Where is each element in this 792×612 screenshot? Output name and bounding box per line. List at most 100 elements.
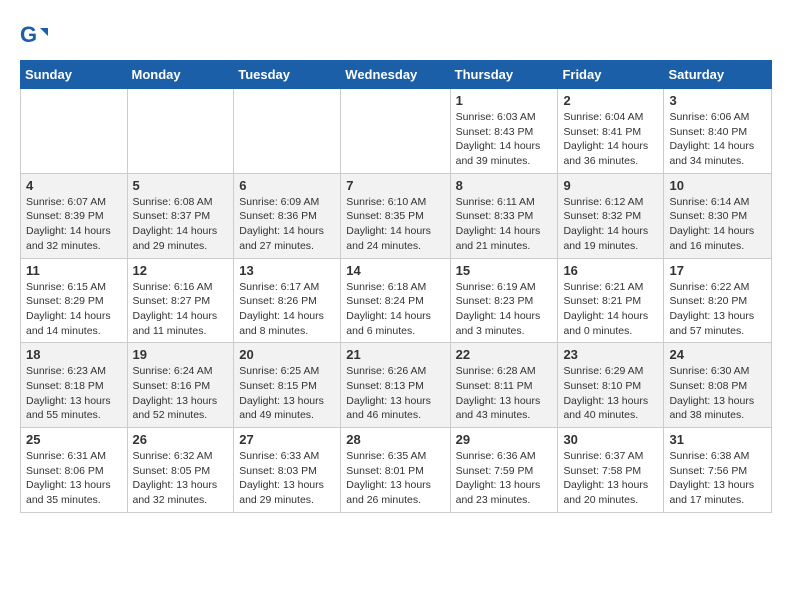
day-number: 12 bbox=[133, 263, 229, 278]
calendar-cell: 9 Sunrise: 6:12 AM Sunset: 8:32 PM Daylig… bbox=[558, 173, 664, 258]
day-number: 6 bbox=[239, 178, 335, 193]
calendar-cell: 13 Sunrise: 6:17 AM Sunset: 8:26 PM Dayli… bbox=[234, 258, 341, 343]
calendar-cell: 1Sunrise: 6:03 AM Sunset: 8:43 PM Daylig… bbox=[450, 89, 558, 174]
calendar-cell: 18 Sunrise: 6:23 AM Sunset: 8:18 PM Dayli… bbox=[21, 343, 128, 428]
day-info: Sunrise: 6:36 AM Sunset: 7:59 PM Dayligh… bbox=[456, 449, 553, 508]
day-info: Sunrise: 6:24 AM Sunset: 8:16 PM Dayligh… bbox=[133, 364, 229, 423]
day-number: 18 bbox=[26, 347, 122, 362]
day-number: 3 bbox=[669, 93, 766, 108]
calendar-cell: 6 Sunrise: 6:09 AM Sunset: 8:36 PM Daylig… bbox=[234, 173, 341, 258]
day-number: 24 bbox=[669, 347, 766, 362]
day-number: 4 bbox=[26, 178, 122, 193]
day-number: 20 bbox=[239, 347, 335, 362]
day-number: 25 bbox=[26, 432, 122, 447]
day-info: Sunrise: 6:16 AM Sunset: 8:27 PM Dayligh… bbox=[133, 280, 229, 339]
calendar-cell: 22 Sunrise: 6:28 AM Sunset: 8:11 PM Dayli… bbox=[450, 343, 558, 428]
day-number: 8 bbox=[456, 178, 553, 193]
calendar-cell: 3Sunrise: 6:06 AM Sunset: 8:40 PM Daylig… bbox=[664, 89, 772, 174]
day-info: Sunrise: 6:12 AM Sunset: 8:32 PM Dayligh… bbox=[563, 195, 658, 254]
day-info: Sunrise: 6:17 AM Sunset: 8:26 PM Dayligh… bbox=[239, 280, 335, 339]
calendar-cell: 14 Sunrise: 6:18 AM Sunset: 8:24 PM Dayli… bbox=[341, 258, 450, 343]
day-info: Sunrise: 6:09 AM Sunset: 8:36 PM Dayligh… bbox=[239, 195, 335, 254]
calendar-cell: 29Sunrise: 6:36 AM Sunset: 7:59 PM Dayli… bbox=[450, 428, 558, 513]
calendar-cell: 20Sunrise: 6:25 AM Sunset: 8:15 PM Dayli… bbox=[234, 343, 341, 428]
calendar-cell: 26Sunrise: 6:32 AM Sunset: 8:05 PM Dayli… bbox=[127, 428, 234, 513]
calendar-cell: 4 Sunrise: 6:07 AM Sunset: 8:39 PM Daylig… bbox=[21, 173, 128, 258]
day-number: 23 bbox=[563, 347, 658, 362]
page-header: G bbox=[20, 20, 772, 50]
calendar-cell: 19 Sunrise: 6:24 AM Sunset: 8:16 PM Dayli… bbox=[127, 343, 234, 428]
day-info: Sunrise: 6:26 AM Sunset: 8:13 PM Dayligh… bbox=[346, 364, 444, 423]
calendar-cell: 8 Sunrise: 6:11 AM Sunset: 8:33 PM Daylig… bbox=[450, 173, 558, 258]
day-info: Sunrise: 6:19 AM Sunset: 8:23 PM Dayligh… bbox=[456, 280, 553, 339]
day-number: 19 bbox=[133, 347, 229, 362]
logo-icon: G bbox=[20, 20, 50, 50]
day-number: 27 bbox=[239, 432, 335, 447]
day-number: 17 bbox=[669, 263, 766, 278]
day-number: 16 bbox=[563, 263, 658, 278]
header-cell-thursday: Thursday bbox=[450, 61, 558, 89]
header-cell-sunday: Sunday bbox=[21, 61, 128, 89]
header-cell-monday: Monday bbox=[127, 61, 234, 89]
day-number: 10 bbox=[669, 178, 766, 193]
header-row: SundayMondayTuesdayWednesdayThursdayFrid… bbox=[21, 61, 772, 89]
day-info: Sunrise: 6:10 AM Sunset: 8:35 PM Dayligh… bbox=[346, 195, 444, 254]
calendar-cell: 28 Sunrise: 6:35 AM Sunset: 8:01 PM Dayli… bbox=[341, 428, 450, 513]
calendar-cell: 31 Sunrise: 6:38 AM Sunset: 7:56 PM Dayli… bbox=[664, 428, 772, 513]
calendar-week-3: 11Sunrise: 6:15 AM Sunset: 8:29 PM Dayli… bbox=[21, 258, 772, 343]
day-info: Sunrise: 6:33 AM Sunset: 8:03 PM Dayligh… bbox=[239, 449, 335, 508]
calendar-cell: 2 Sunrise: 6:04 AM Sunset: 8:41 PM Daylig… bbox=[558, 89, 664, 174]
calendar-cell: 15 Sunrise: 6:19 AM Sunset: 8:23 PM Dayli… bbox=[450, 258, 558, 343]
day-info: Sunrise: 6:38 AM Sunset: 7:56 PM Dayligh… bbox=[669, 449, 766, 508]
calendar-header: SundayMondayTuesdayWednesdayThursdayFrid… bbox=[21, 61, 772, 89]
day-number: 22 bbox=[456, 347, 553, 362]
day-info: Sunrise: 6:14 AM Sunset: 8:30 PM Dayligh… bbox=[669, 195, 766, 254]
day-number: 7 bbox=[346, 178, 444, 193]
day-info: Sunrise: 6:32 AM Sunset: 8:05 PM Dayligh… bbox=[133, 449, 229, 508]
day-number: 1 bbox=[456, 93, 553, 108]
day-info: Sunrise: 6:08 AM Sunset: 8:37 PM Dayligh… bbox=[133, 195, 229, 254]
day-info: Sunrise: 6:31 AM Sunset: 8:06 PM Dayligh… bbox=[26, 449, 122, 508]
calendar-week-4: 18 Sunrise: 6:23 AM Sunset: 8:18 PM Dayli… bbox=[21, 343, 772, 428]
day-info: Sunrise: 6:29 AM Sunset: 8:10 PM Dayligh… bbox=[563, 364, 658, 423]
day-info: Sunrise: 6:23 AM Sunset: 8:18 PM Dayligh… bbox=[26, 364, 122, 423]
day-number: 13 bbox=[239, 263, 335, 278]
day-number: 15 bbox=[456, 263, 553, 278]
calendar-cell: 24Sunrise: 6:30 AM Sunset: 8:08 PM Dayli… bbox=[664, 343, 772, 428]
calendar-cell: 5 Sunrise: 6:08 AM Sunset: 8:37 PM Daylig… bbox=[127, 173, 234, 258]
calendar-cell bbox=[21, 89, 128, 174]
svg-text:G: G bbox=[20, 22, 37, 47]
day-number: 30 bbox=[563, 432, 658, 447]
calendar-cell: 11Sunrise: 6:15 AM Sunset: 8:29 PM Dayli… bbox=[21, 258, 128, 343]
calendar-week-1: 1Sunrise: 6:03 AM Sunset: 8:43 PM Daylig… bbox=[21, 89, 772, 174]
calendar-cell: 12 Sunrise: 6:16 AM Sunset: 8:27 PM Dayli… bbox=[127, 258, 234, 343]
day-info: Sunrise: 6:15 AM Sunset: 8:29 PM Dayligh… bbox=[26, 280, 122, 339]
day-info: Sunrise: 6:18 AM Sunset: 8:24 PM Dayligh… bbox=[346, 280, 444, 339]
day-number: 14 bbox=[346, 263, 444, 278]
day-info: Sunrise: 6:07 AM Sunset: 8:39 PM Dayligh… bbox=[26, 195, 122, 254]
day-info: Sunrise: 6:22 AM Sunset: 8:20 PM Dayligh… bbox=[669, 280, 766, 339]
day-number: 21 bbox=[346, 347, 444, 362]
day-info: Sunrise: 6:35 AM Sunset: 8:01 PM Dayligh… bbox=[346, 449, 444, 508]
calendar-cell bbox=[127, 89, 234, 174]
calendar-body: 1Sunrise: 6:03 AM Sunset: 8:43 PM Daylig… bbox=[21, 89, 772, 513]
day-info: Sunrise: 6:28 AM Sunset: 8:11 PM Dayligh… bbox=[456, 364, 553, 423]
day-info: Sunrise: 6:04 AM Sunset: 8:41 PM Dayligh… bbox=[563, 110, 658, 169]
header-cell-wednesday: Wednesday bbox=[341, 61, 450, 89]
day-number: 5 bbox=[133, 178, 229, 193]
day-info: Sunrise: 6:21 AM Sunset: 8:21 PM Dayligh… bbox=[563, 280, 658, 339]
day-number: 31 bbox=[669, 432, 766, 447]
calendar-cell: 17 Sunrise: 6:22 AM Sunset: 8:20 PM Dayli… bbox=[664, 258, 772, 343]
calendar-cell: 21 Sunrise: 6:26 AM Sunset: 8:13 PM Dayli… bbox=[341, 343, 450, 428]
day-number: 9 bbox=[563, 178, 658, 193]
day-info: Sunrise: 6:11 AM Sunset: 8:33 PM Dayligh… bbox=[456, 195, 553, 254]
header-cell-friday: Friday bbox=[558, 61, 664, 89]
calendar-cell: 30 Sunrise: 6:37 AM Sunset: 7:58 PM Dayli… bbox=[558, 428, 664, 513]
calendar-cell bbox=[234, 89, 341, 174]
calendar-table: SundayMondayTuesdayWednesdayThursdayFrid… bbox=[20, 60, 772, 513]
logo: G bbox=[20, 20, 54, 50]
day-number: 2 bbox=[563, 93, 658, 108]
day-info: Sunrise: 6:37 AM Sunset: 7:58 PM Dayligh… bbox=[563, 449, 658, 508]
calendar-cell: 10 Sunrise: 6:14 AM Sunset: 8:30 PM Dayli… bbox=[664, 173, 772, 258]
day-number: 28 bbox=[346, 432, 444, 447]
